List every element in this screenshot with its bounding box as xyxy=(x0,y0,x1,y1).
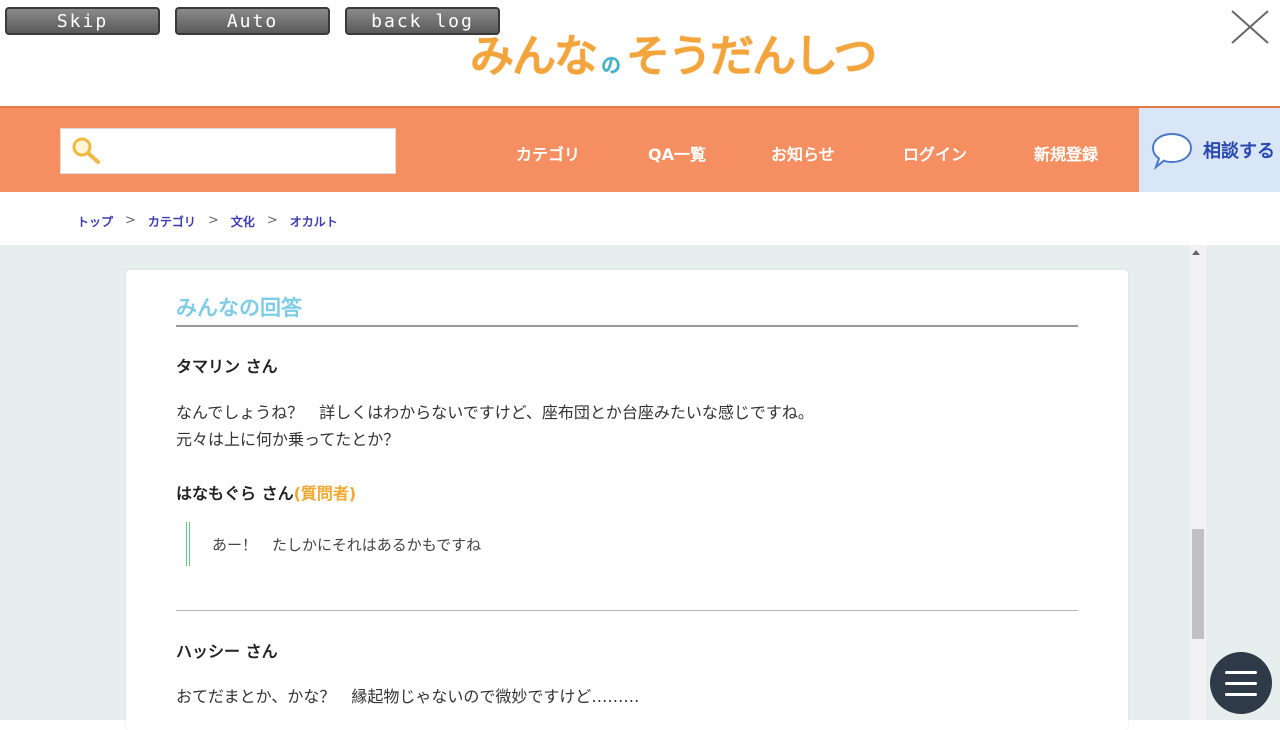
questioner-badge: (質問者) xyxy=(293,484,357,503)
breadcrumb-separator: > xyxy=(207,213,219,228)
breadcrumb: トップ > カテゴリ > 文化 > オカルト xyxy=(77,213,338,230)
breadcrumb-separator: > xyxy=(125,213,136,228)
scrollbar-thumb[interactable] xyxy=(1192,529,1204,639)
logo-text-3: そうだんしつ xyxy=(626,31,877,82)
speech-bubble-icon xyxy=(1151,132,1193,170)
breadcrumb-occult[interactable]: オカルト xyxy=(290,213,338,230)
answer-line: おてだまとか、かな？ 縁起物じゃないので微妙ですけど……… xyxy=(176,687,640,706)
nav-item-news[interactable]: お知らせ xyxy=(771,141,835,165)
hamburger-menu-icon[interactable] xyxy=(1210,652,1272,714)
answer-line: なんでしょうね？ 詳しくはわからないですけど、座布団とか台座みたいな感じですね。 xyxy=(176,403,814,422)
reply-author-name: はなもぐら さん xyxy=(176,484,294,503)
search-icon xyxy=(72,137,100,164)
close-icon[interactable] xyxy=(1230,9,1270,45)
title-divider xyxy=(176,325,1078,327)
auto-button[interactable]: Auto xyxy=(175,7,330,35)
answer-author: ハッシー さん xyxy=(176,642,278,661)
reply-author: はなもぐら さん(質問者) xyxy=(176,480,356,504)
answer-author: タマリン さん xyxy=(176,357,278,376)
answer-line: 元々は上に何か乗ってたとか？ xyxy=(176,430,400,449)
nav-item-qa-list[interactable]: QA一覧 xyxy=(648,141,706,165)
answer-text: なんでしょうね？ 詳しくはわからないですけど、座布団とか台座みたいな感じですね。… xyxy=(176,399,814,453)
nav-bar: カテゴリ QA一覧 お知らせ ログイン 新規登録 相談する xyxy=(0,106,1280,192)
scroll-up-arrow-icon[interactable] xyxy=(1192,250,1200,255)
nav-item-register[interactable]: 新規登録 xyxy=(1034,141,1098,165)
breadcrumb-culture[interactable]: 文化 xyxy=(231,213,255,230)
site-logo[interactable]: みんなのそうだんしつ xyxy=(470,28,877,84)
logo-text-1: みんな xyxy=(470,31,598,82)
answers-card: みんなの回答 タマリン さん なんでしょうね？ 詳しくはわからないですけど、座布… xyxy=(126,270,1128,730)
breadcrumb-separator: > xyxy=(266,213,278,228)
section-title: みんなの回答 xyxy=(176,296,302,320)
nav-item-login[interactable]: ログイン xyxy=(903,141,967,165)
nav-item-category[interactable]: カテゴリ xyxy=(516,141,580,165)
answer-text: おてだまとか、かな？ 縁起物じゃないので微妙ですけど……… xyxy=(176,683,639,710)
logo-text-2: の xyxy=(598,50,624,77)
consult-button[interactable]: 相談する xyxy=(1139,108,1280,192)
reply-text: あー！ たしかにそれはあるかもですね xyxy=(212,535,482,554)
breadcrumb-category[interactable]: カテゴリ xyxy=(148,213,196,230)
search-input[interactable] xyxy=(60,128,396,174)
scrollbar[interactable] xyxy=(1190,245,1206,720)
breadcrumb-top[interactable]: トップ xyxy=(77,213,113,230)
reply-quote: あー！ たしかにそれはあるかもですね xyxy=(186,522,481,566)
answer-divider xyxy=(176,610,1078,611)
consult-label: 相談する xyxy=(1203,141,1275,162)
skip-button[interactable]: Skip xyxy=(5,7,160,35)
